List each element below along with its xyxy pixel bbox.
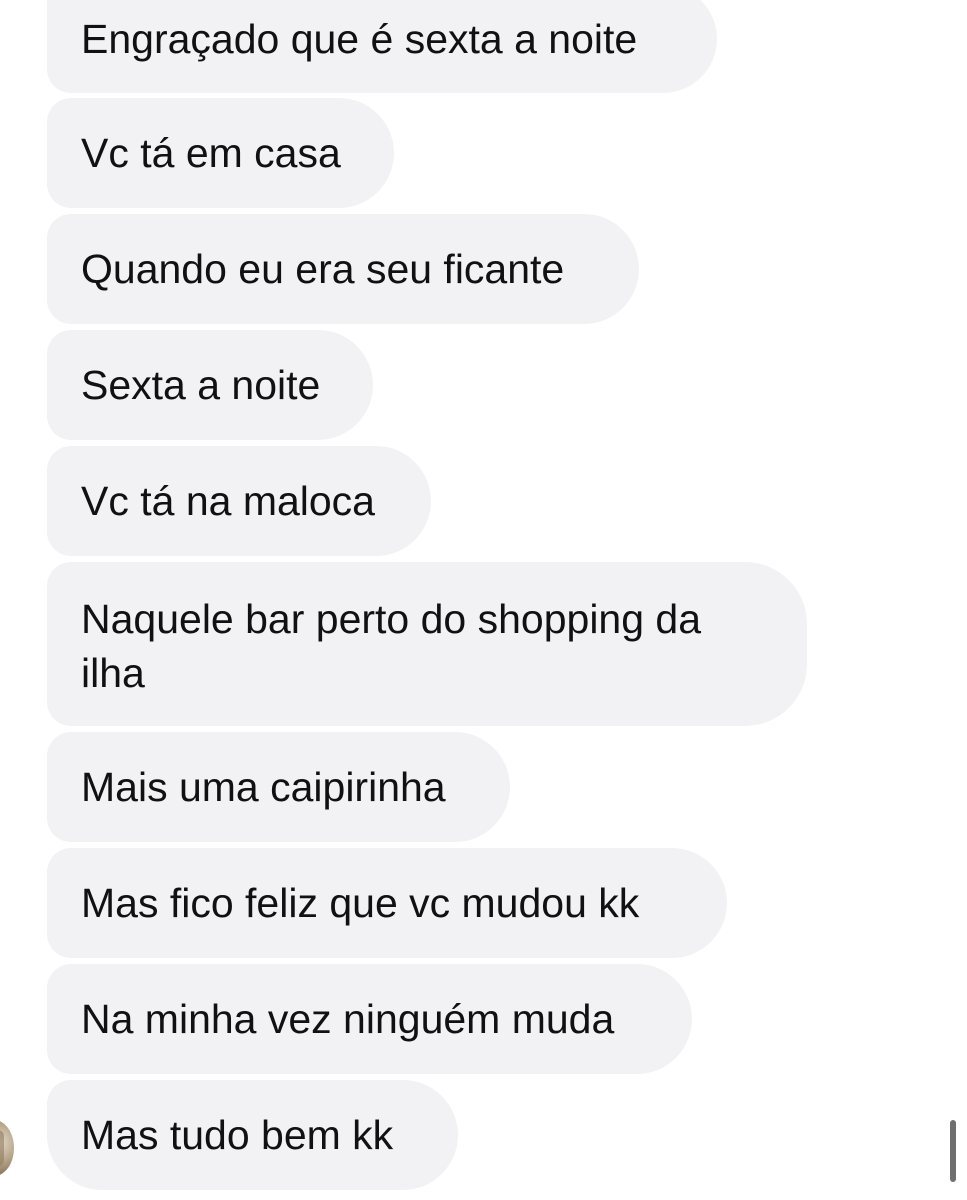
- contact-avatar[interactable]: [0, 1120, 14, 1176]
- message-text: Mas fico feliz que vc mudou kk: [81, 880, 640, 926]
- message-thread: Engraçado que é sexta a noite Vc tá em c…: [0, 0, 967, 1200]
- message-text: Vc tá na maloca: [81, 478, 375, 524]
- message-text: Na minha vez ninguém muda: [81, 996, 615, 1042]
- message-bubble[interactable]: Mas fico feliz que vc mudou kk: [47, 848, 727, 958]
- scrollbar-thumb[interactable]: [950, 1120, 956, 1182]
- message-line: ilha: [81, 650, 145, 696]
- message-line: Naquele bar perto do shopping da: [81, 596, 702, 642]
- message-text: Mais uma caipirinha: [81, 764, 446, 810]
- message-bubble[interactable]: Mas tudo bem kk: [47, 1080, 458, 1190]
- message-bubble[interactable]: Engraçado que é sexta a noite: [47, 0, 717, 93]
- message-text: Sexta a noite: [81, 362, 321, 408]
- message-bubble[interactable]: Mais uma caipirinha: [47, 732, 510, 842]
- message-text: Quando eu era seu ficante: [81, 246, 565, 292]
- message-bubble[interactable]: Quando eu era seu ficante: [47, 214, 639, 324]
- message-bubble[interactable]: Vc tá na maloca: [47, 446, 431, 556]
- message-text: Vc tá em casa: [81, 130, 341, 176]
- message-text: Naquele bar perto do shopping da ilha: [81, 592, 701, 700]
- message-text: Engraçado que é sexta a noite: [81, 16, 638, 62]
- message-bubble[interactable]: Na minha vez ninguém muda: [47, 964, 692, 1074]
- message-bubble[interactable]: Vc tá em casa: [47, 98, 394, 208]
- message-text: Mas tudo bem kk: [81, 1112, 394, 1158]
- message-bubble[interactable]: Sexta a noite: [47, 330, 373, 440]
- message-bubble[interactable]: Naquele bar perto do shopping da ilha: [47, 562, 807, 726]
